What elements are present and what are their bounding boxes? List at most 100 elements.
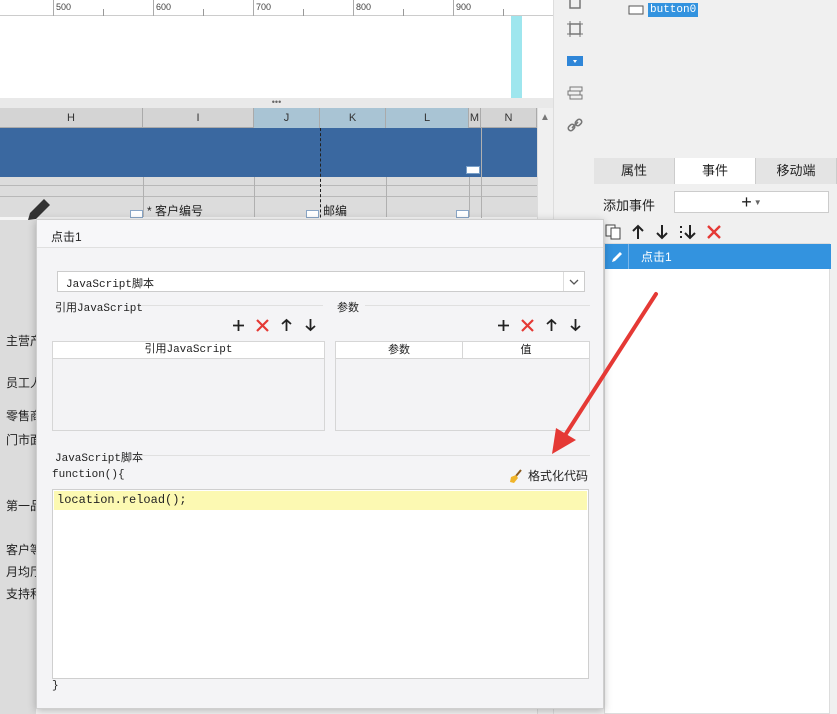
function-footer: } [52, 680, 59, 692]
ruler-tick [503, 9, 504, 16]
dialog-title: 点击1 [51, 230, 82, 244]
arrow-up-icon[interactable] [630, 223, 646, 241]
postcode-label: 邮编 [323, 204, 348, 218]
event-list: 点击1 [604, 243, 831, 714]
ruler-tick [153, 0, 154, 16]
ruler-tick [453, 0, 454, 16]
tab-properties[interactable]: 属性 [594, 158, 675, 184]
plus-icon[interactable] [232, 319, 245, 332]
ruler-label-700: 700 [256, 2, 272, 12]
row-label-column [0, 220, 36, 714]
arrow-up-icon[interactable] [545, 318, 558, 332]
ruler-label-800: 800 [356, 2, 372, 12]
ruler-label-900: 900 [456, 2, 472, 12]
params-section-label: 参数 [337, 302, 359, 314]
event-item[interactable]: 点击1 [605, 244, 831, 269]
layer-icon[interactable] [564, 0, 586, 14]
param-column-header: 参数 [336, 342, 463, 359]
copy-icon[interactable] [604, 223, 622, 241]
cell-widget-marker [306, 210, 319, 218]
row-divider [0, 196, 537, 197]
delete-icon[interactable] [256, 318, 269, 332]
column-header-j[interactable]: J [254, 108, 320, 128]
selected-component-marker[interactable] [511, 16, 522, 98]
ruler-tick [303, 9, 304, 16]
ruler-tick [203, 9, 204, 16]
scroll-up-icon[interactable]: ▲ [540, 112, 550, 123]
broom-icon [510, 468, 522, 483]
splitter-grip[interactable]: ••• [0, 98, 553, 108]
ref-js-section-label: 引用JavaScript [55, 303, 144, 315]
header-band-cell[interactable] [0, 128, 537, 177]
tab-mobile[interactable]: 移动端 [756, 158, 837, 184]
ref-js-column-header: 引用JavaScript [53, 342, 324, 359]
col-divider [254, 177, 255, 217]
format-code-button[interactable]: 格式化代码 [508, 467, 588, 484]
add-event-button[interactable]: + ▼ [674, 191, 829, 213]
move-bottom-icon[interactable] [678, 223, 698, 241]
ruler-tick [53, 0, 54, 16]
column-header-l[interactable]: L [386, 108, 469, 128]
dialog-title-bar[interactable]: 点击1 [37, 220, 603, 248]
ruler-tick [403, 9, 404, 16]
column-header-m[interactable]: M [469, 108, 481, 128]
col-divider [386, 177, 387, 217]
ruler-tick [253, 0, 254, 16]
script-type-select[interactable]: JavaScript脚本 [57, 271, 585, 292]
add-event-row: 添加事件 + ▼ [594, 188, 837, 218]
col-divider [469, 177, 470, 217]
ref-js-table[interactable]: 引用JavaScript [52, 341, 325, 431]
chevron-down-icon: ▼ [753, 197, 762, 207]
section-divider [365, 305, 590, 306]
section-divider [137, 455, 590, 456]
column-header-h[interactable]: H [0, 108, 143, 128]
dropdown-widget-icon[interactable] [564, 50, 586, 72]
value-column-header: 值 [463, 342, 589, 359]
properties-panel: button0 属性 事件 移动端 添加事件 + ▼ 点击1 [594, 0, 837, 714]
js-section-label: JavaScript脚本 [55, 453, 144, 465]
frame-icon[interactable] [564, 18, 586, 40]
design-canvas[interactable] [0, 16, 553, 98]
component-tree-label: button0 [648, 3, 699, 17]
chevron-down-icon[interactable] [563, 272, 584, 291]
customer-no-label: * 客户编号 [147, 204, 204, 218]
plus-icon[interactable] [497, 319, 510, 332]
cell-widget-marker [466, 166, 480, 174]
edit-icon[interactable] [605, 244, 629, 269]
format-code-label: 格式化代码 [528, 469, 589, 483]
arrow-down-icon[interactable] [654, 223, 670, 241]
arrow-down-icon[interactable] [304, 318, 317, 332]
panel-tabs: 属性 事件 移动端 [594, 158, 837, 184]
arrow-up-icon[interactable] [280, 318, 293, 332]
delete-icon[interactable] [706, 224, 722, 240]
component-tree-item[interactable]: button0 [628, 2, 699, 18]
button-widget-icon [628, 5, 644, 15]
column-header-i[interactable]: I [143, 108, 254, 128]
event-item-label: 点击1 [641, 250, 672, 264]
code-editor[interactable]: location.reload(); [52, 489, 589, 679]
cell-widget-marker [130, 210, 143, 218]
event-toolbar [604, 222, 722, 242]
add-event-label: 添加事件 [603, 198, 656, 213]
code-text: location.reload(); [57, 493, 187, 507]
arrow-down-icon[interactable] [569, 318, 582, 332]
stack-widget-icon[interactable] [564, 82, 586, 104]
ruler-label-600: 600 [156, 2, 172, 12]
horizontal-ruler: 500 600 700 800 900 [0, 0, 553, 16]
tab-events[interactable]: 事件 [675, 158, 756, 184]
column-header-row: H I J K L M N [0, 108, 537, 128]
column-header-n[interactable]: N [481, 108, 537, 128]
ruler-tick [103, 9, 104, 16]
section-divider [141, 305, 323, 306]
params-table[interactable]: 参数 值 [335, 341, 590, 431]
col-divider [143, 177, 144, 217]
plus-icon: + [741, 192, 752, 212]
code-line[interactable]: location.reload(); [54, 491, 587, 510]
link-icon[interactable] [564, 114, 586, 136]
ruler-label-500: 500 [56, 2, 72, 12]
delete-icon[interactable] [521, 318, 534, 332]
row-divider [0, 185, 537, 186]
function-header: function(){ [52, 469, 125, 481]
column-header-k[interactable]: K [320, 108, 386, 128]
cell-widget-marker [456, 210, 469, 218]
